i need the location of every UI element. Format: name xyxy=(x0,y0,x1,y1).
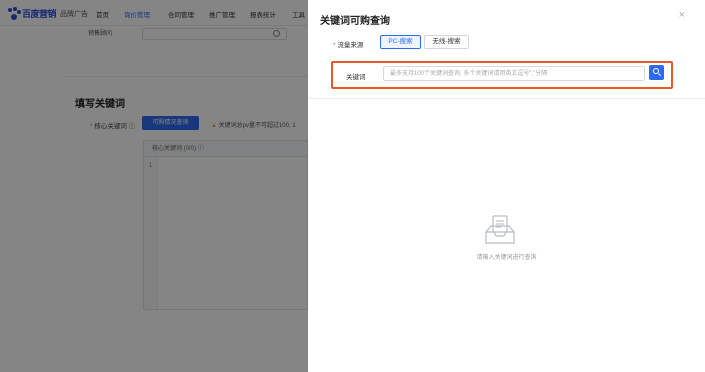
keyword-input[interactable] xyxy=(383,66,645,81)
source-option-pc-search[interactable]: PC-搜索 xyxy=(380,35,421,49)
keyword-query-drawer: 关键词可购查询 × * 流量来源 PC-搜索 无线-搜索 关键词 请输入关键词进… xyxy=(308,0,705,372)
source-option-mobile-search[interactable]: 无线-搜索 xyxy=(424,35,469,49)
inbox-empty-icon xyxy=(485,215,515,244)
divider xyxy=(308,98,705,99)
search-button[interactable] xyxy=(649,65,664,80)
close-icon[interactable]: × xyxy=(679,9,685,21)
keyword-label: 关键词 xyxy=(346,74,366,81)
traffic-source-label: * 流量来源 xyxy=(333,42,364,49)
drawer-title: 关键词可购查询 xyxy=(320,16,390,27)
modal-overlay[interactable] xyxy=(0,0,308,372)
empty-state-text: 请输入关键词进行查询 xyxy=(476,255,537,261)
